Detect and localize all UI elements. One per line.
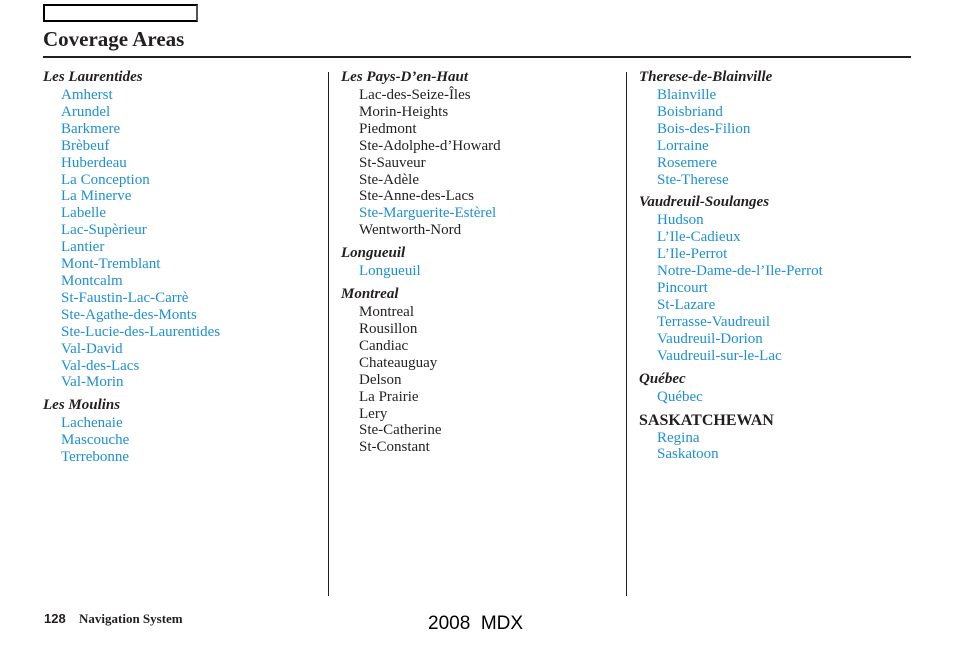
region-heading: Therese-de-Blainville <box>639 69 773 85</box>
city-list: Hudson L’Ile-Cadieux L’Ile-Perrot Notre-Dam… <box>639 212 823 364</box>
column-1: Les Laurentides Amherst Arundel Barkmere Brè… <box>43 68 220 471</box>
city-link[interactable]: La Minerve <box>61 188 220 205</box>
region-heading: Longueuil <box>341 245 406 262</box>
city-link[interactable]: Rosemere <box>657 155 823 172</box>
region-heading: Les Laurentides <box>43 69 143 85</box>
page-title: Coverage Areas <box>43 27 185 51</box>
region-group: Les Moulins Lachenaie Mascouche Terrebonne <box>43 396 220 466</box>
city-list: Regina Saskatoon <box>639 430 823 464</box>
city-link[interactable]: Bois-des-Filion <box>657 121 823 138</box>
region-group: Québec Québec <box>639 370 823 406</box>
city-item: Ste-Anne-des-Lacs <box>359 188 474 205</box>
region-heading: Québec <box>639 370 686 387</box>
footer-model: 2008 MDX <box>428 613 524 634</box>
city-list: Longueuil <box>341 263 501 280</box>
city-item: Delson <box>359 371 402 388</box>
city-item: Morin-Heights <box>359 103 449 120</box>
column-2: Les Pays-D’en-Haut Lac-des-Seize-Îles Mori… <box>341 68 501 461</box>
city-link[interactable]: Ste-Marguerite-Estèrel <box>359 205 501 222</box>
city-link[interactable]: Saskatoon <box>657 446 823 463</box>
city-item: La Prairie <box>359 388 419 405</box>
city-item: Lery <box>359 405 388 422</box>
city-link[interactable]: La Conception <box>61 172 220 189</box>
city-link[interactable]: Lantier <box>61 239 220 256</box>
region-group: SASKATCHEWAN Regina Saskatoon <box>639 411 823 464</box>
city-link[interactable]: Longueuil <box>359 263 501 280</box>
title-rule <box>43 56 911 58</box>
region-group: Vaudreuil-Soulanges Hudson L’Ile-Cadieux L’… <box>639 193 823 364</box>
city-link[interactable]: Lachenaie <box>61 415 220 432</box>
page-number: 128 <box>44 611 66 626</box>
city-link[interactable]: Hudson <box>657 212 823 229</box>
city-list: Blainville Boisbriand Bois-des-Filion Lorra… <box>639 87 823 188</box>
column-divider <box>328 72 329 596</box>
city-link[interactable]: Barkmere <box>61 121 220 138</box>
city-link[interactable]: Val-Morin <box>61 374 220 391</box>
region-heading: Les Pays-D’en-Haut <box>341 69 469 85</box>
city-link[interactable]: Ste-Therese <box>657 172 823 189</box>
city-list: Amherst Arundel Barkmere Brèbeuf Huberdeau La… <box>43 87 220 391</box>
city-link[interactable]: Mascouche <box>61 432 220 449</box>
city-item: Montreal <box>359 304 414 321</box>
city-link[interactable]: Boisbriand <box>657 104 823 121</box>
city-link[interactable]: Terrebonne <box>61 449 220 466</box>
city-link[interactable]: Notre-Dame-de-l’Ile-Perrot <box>657 263 823 280</box>
city-link[interactable]: Huberdeau <box>61 155 220 172</box>
city-link[interactable]: Regina <box>657 430 823 447</box>
city-link[interactable]: Brèbeuf <box>61 138 220 155</box>
city-item: Wentworth-Nord <box>359 222 462 239</box>
city-item: Candiac <box>359 337 409 354</box>
city-link[interactable]: Mont-Tremblant <box>61 256 220 273</box>
city-item: St-Sauveur <box>359 154 426 171</box>
city-link[interactable]: Lorraine <box>657 138 823 155</box>
city-item: Lac-des-Seize-Îles <box>359 87 471 103</box>
city-link[interactable]: Ste-Agathe-des-Monts <box>61 307 220 324</box>
city-link[interactable]: Québec <box>657 389 823 406</box>
city-item: Rousillon <box>359 320 418 337</box>
city-link[interactable]: Amherst <box>61 87 220 104</box>
city-link[interactable]: Vaudreuil-sur-le-Lac <box>657 348 823 365</box>
region-group: Longueuil Longueuil <box>341 244 501 280</box>
city-link[interactable]: L’Ile-Perrot <box>657 246 823 263</box>
column-divider <box>626 72 627 596</box>
city-item: Ste-Adèle <box>359 171 419 188</box>
city-item: Chateauguay <box>359 354 438 371</box>
city-list: Lac-des-Seize-Îles Morin-Heights Piedmont S… <box>341 87 501 239</box>
region-heading: Les Moulins <box>43 397 121 414</box>
city-link[interactable]: Lac-Supèrieur <box>61 222 220 239</box>
city-link[interactable]: Arundel <box>61 104 220 121</box>
city-link[interactable]: St-Lazare <box>657 297 823 314</box>
city-list: Québec <box>639 389 823 406</box>
city-link[interactable]: Montcalm <box>61 273 220 290</box>
footer-section-title: Navigation System <box>79 611 183 626</box>
region-group: Therese-de-Blainville Blainville Boisbrian… <box>639 68 823 188</box>
column-3: Therese-de-Blainville Blainville Boisbrian… <box>639 68 823 468</box>
city-link[interactable]: Ste-Lucie-des-Laurentides <box>61 324 220 341</box>
section-tab-box <box>43 4 198 22</box>
city-link[interactable]: Val-David <box>61 341 220 358</box>
region-group: Les Laurentides Amherst Arundel Barkmere Brè… <box>43 68 220 391</box>
city-link[interactable]: Labelle <box>61 205 220 222</box>
city-link[interactable]: Blainville <box>657 87 823 104</box>
city-link[interactable]: Terrasse-Vaudreuil <box>657 314 823 331</box>
region-group: Montreal Montreal Rousillon Candiac Chateaug… <box>341 285 501 456</box>
city-item: Piedmont <box>359 120 417 137</box>
province-heading: SASKATCHEWAN <box>639 411 774 429</box>
city-link[interactable]: L’Ile-Cadieux <box>657 229 823 246</box>
city-link[interactable]: Pincourt <box>657 280 823 297</box>
city-link[interactable]: Vaudreuil-Dorion <box>657 331 823 348</box>
city-item: Ste-Adolphe-d’Howard <box>359 137 501 154</box>
region-group: Les Pays-D’en-Haut Lac-des-Seize-Îles Mori… <box>341 68 501 239</box>
city-link[interactable]: Val-des-Lacs <box>61 358 220 375</box>
region-heading: Vaudreuil-Soulanges <box>639 194 770 211</box>
region-heading: Montreal <box>341 286 399 303</box>
city-item: Ste-Catherine <box>359 422 442 439</box>
city-list: Montreal Rousillon Candiac Chateauguay Delso… <box>341 304 501 456</box>
city-link[interactable]: St-Faustin-Lac-Carrè <box>61 290 220 307</box>
city-item: St-Constant <box>359 439 430 456</box>
city-list: Lachenaie Mascouche Terrebonne <box>43 415 220 466</box>
